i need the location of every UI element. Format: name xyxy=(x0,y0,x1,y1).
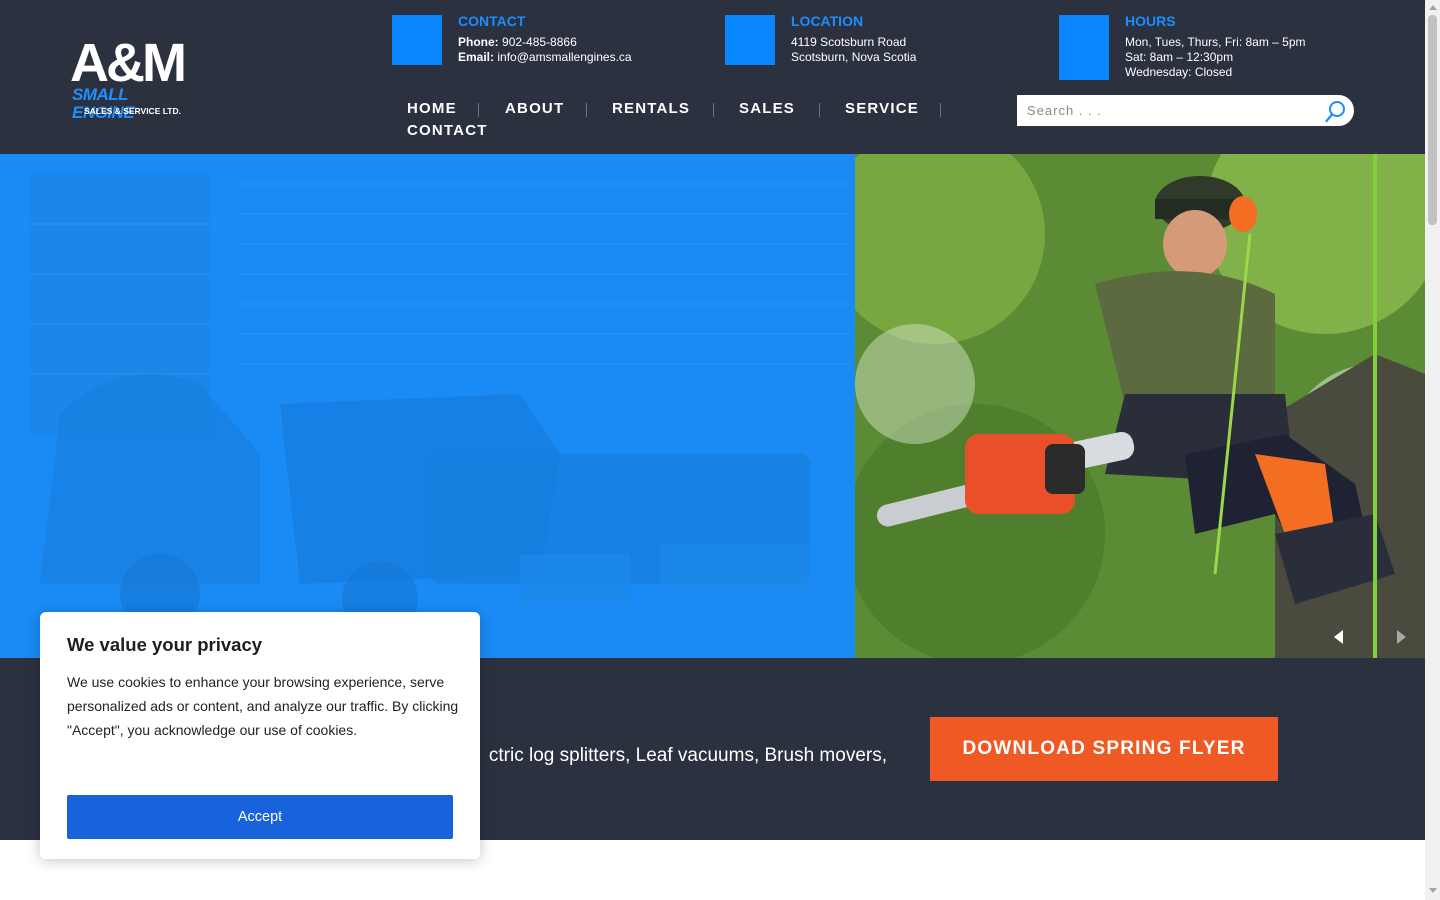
search-icon[interactable] xyxy=(1325,99,1347,123)
phone-value: 902-485-8866 xyxy=(502,35,577,49)
hero-shop-illustration xyxy=(0,154,855,658)
location-address-line2: Scotsburn, Nova Scotia xyxy=(791,50,917,64)
contact-heading: CONTACT xyxy=(458,13,526,29)
search-input[interactable] xyxy=(1017,95,1317,126)
cookie-consent-banner: We value your privacy We use cookies to … xyxy=(40,612,480,859)
cookie-body: We use cookies to enhance your browsing … xyxy=(67,674,459,738)
nav-divider xyxy=(586,103,587,117)
scroll-down-icon[interactable] xyxy=(1429,888,1437,893)
page-scrollbar[interactable] xyxy=(1425,0,1440,900)
search-bar xyxy=(1017,95,1354,126)
logo-subtitle: SMALL ENGINE xyxy=(72,85,135,122)
scroll-up-icon[interactable] xyxy=(1429,5,1437,10)
hero-shop-image xyxy=(0,154,855,658)
nav-divider xyxy=(819,103,820,117)
logo-tagline: SALES & SERVICE LTD. xyxy=(84,106,181,116)
location-heading: LOCATION xyxy=(791,13,864,29)
hours-line2: Sat: 8am – 12:30pm xyxy=(1125,50,1234,64)
hero-slider xyxy=(0,154,1425,658)
logo-wordmark: A&M xyxy=(70,33,187,93)
cookie-accept-button[interactable]: Accept xyxy=(67,795,453,839)
email-value: info@amsmallengines.ca xyxy=(497,50,632,64)
hours-line3: Wednesday: Closed xyxy=(1125,65,1233,79)
email-label: Email: xyxy=(458,50,495,64)
nav-rentals[interactable]: RENTALS xyxy=(612,100,690,117)
phone-label: Phone: xyxy=(458,35,499,49)
location-address-line1: 4119 Scotsburn Road xyxy=(791,35,907,49)
nav-divider xyxy=(940,103,941,117)
page: A&M SMALL ENGINE SALES & SERVICE LTD. CO… xyxy=(0,0,1440,900)
contact-email[interactable]: Email: info@amsmallengines.ca xyxy=(458,50,632,64)
nav-service[interactable]: SERVICE xyxy=(845,100,919,117)
site-logo[interactable]: A&M SMALL ENGINE SALES & SERVICE LTD. xyxy=(70,33,194,122)
location-icon xyxy=(725,15,775,65)
nav-contact[interactable]: CONTACT xyxy=(407,122,488,139)
contact-icon xyxy=(392,15,442,65)
slider-next-button[interactable] xyxy=(1397,630,1406,644)
hours-line1: Mon, Tues, Thurs, Fri: 8am – 5pm xyxy=(1125,35,1306,49)
scrollbar-thumb[interactable] xyxy=(1428,15,1437,225)
slider-prev-button[interactable] xyxy=(1334,630,1343,644)
download-flyer-button[interactable]: DOWNLOAD SPRING FLYER xyxy=(930,717,1278,781)
nav-sales[interactable]: SALES xyxy=(739,100,795,117)
hero-arborist-illustration xyxy=(855,154,1425,658)
hours-icon xyxy=(1059,15,1109,80)
nav-about[interactable]: ABOUT xyxy=(505,100,564,117)
nav-divider xyxy=(478,103,479,117)
nav-home[interactable]: HOME xyxy=(407,100,457,117)
hero-arborist-image xyxy=(855,154,1425,658)
cookie-title: We value your privacy xyxy=(67,634,263,655)
site-header: A&M SMALL ENGINE SALES & SERVICE LTD. CO… xyxy=(0,0,1425,154)
contact-phone[interactable]: Phone: 902-485-8866 xyxy=(458,35,577,49)
hours-heading: HOURS xyxy=(1125,13,1176,29)
nav-divider xyxy=(713,103,714,117)
